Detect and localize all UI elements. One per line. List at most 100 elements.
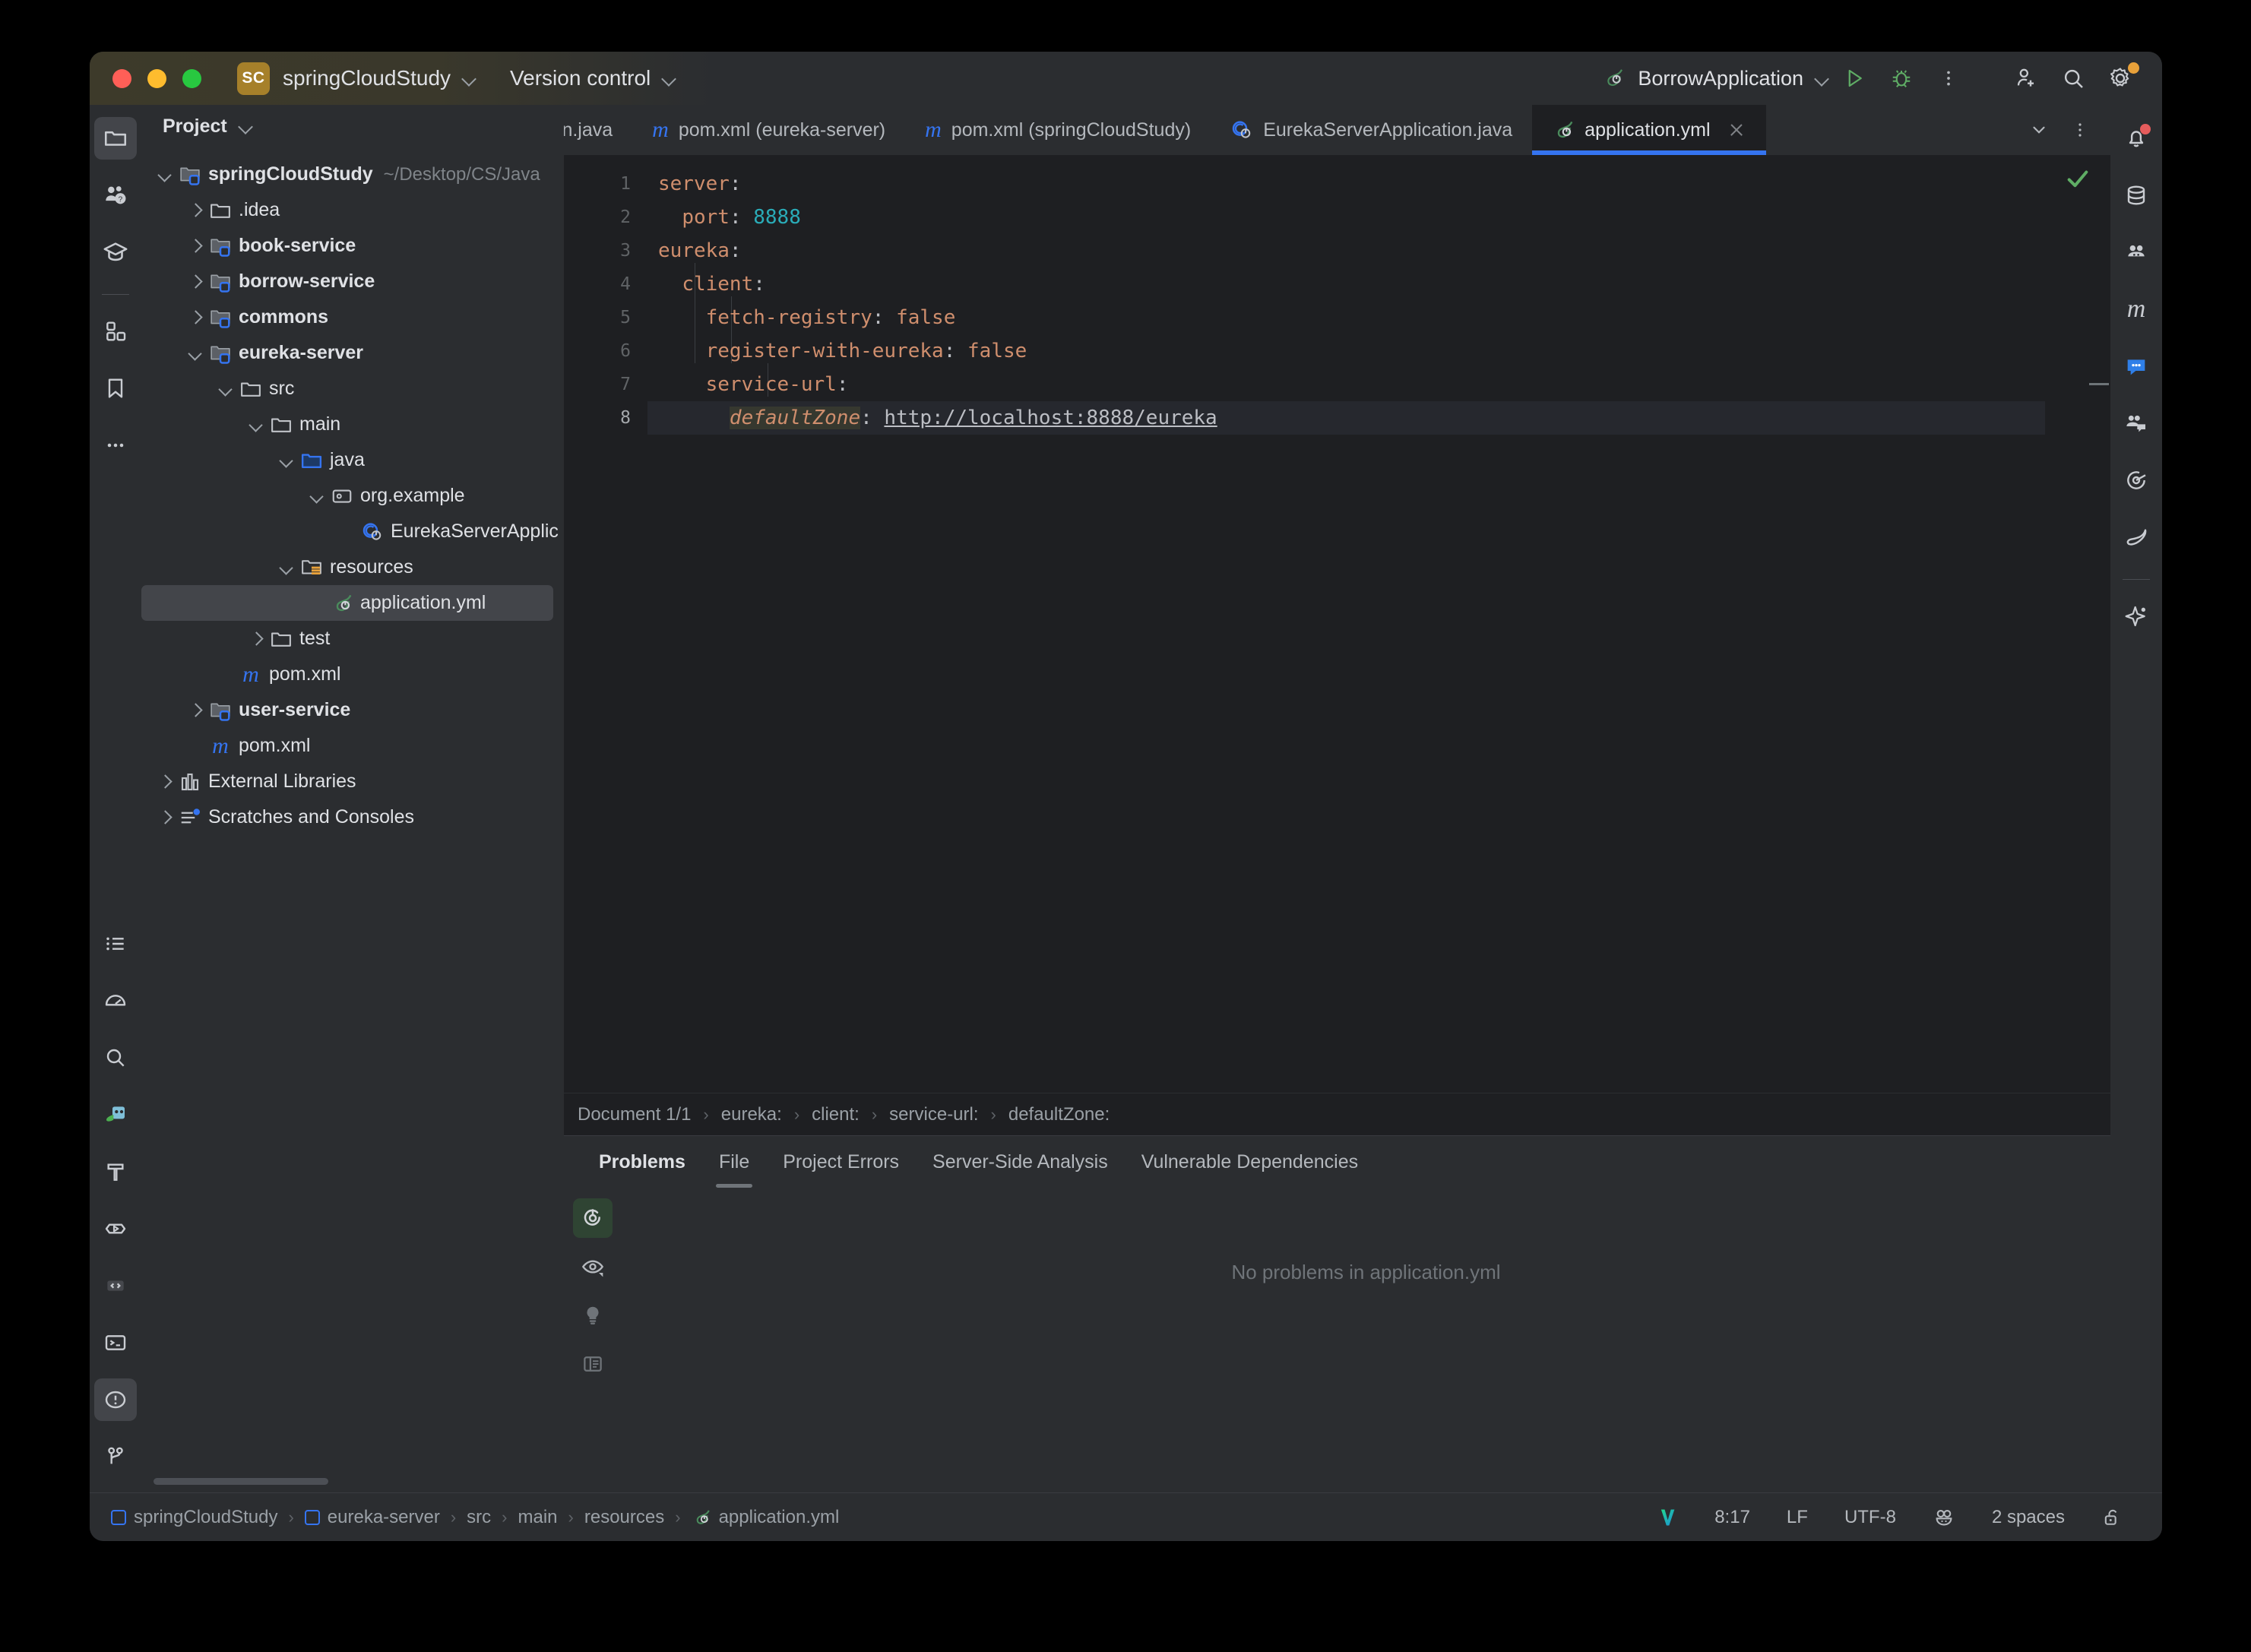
tree-item-main[interactable]: main (141, 407, 564, 442)
code-line[interactable]: client: (647, 267, 2045, 301)
tree-item-scratches-and-consoles[interactable]: Scratches and Consoles (141, 799, 564, 835)
code-line[interactable]: register-with-eureka: false (647, 334, 2045, 368)
sidebar-item-kubernetes[interactable] (2115, 231, 2158, 274)
chevron-down-icon[interactable] (217, 381, 234, 397)
chevron-right-icon[interactable] (187, 274, 204, 290)
sidebar-item-more[interactable] (94, 424, 137, 467)
editor-code-area[interactable]: server: port: 8888 eureka: client: fetch-… (647, 155, 2045, 1093)
tree-item-application-yml[interactable]: application.yml (141, 585, 553, 621)
tree-item-src[interactable]: src (141, 371, 564, 407)
status-path-item[interactable]: eureka-server (304, 1507, 440, 1528)
tab-more-options-icon[interactable] (2062, 112, 2098, 148)
debug-button[interactable] (1878, 58, 1925, 99)
tree-item-borrow-service[interactable]: borrow-service (141, 264, 564, 299)
chevron-down-icon[interactable] (157, 166, 173, 183)
tree-item-commons[interactable]: commons (141, 299, 564, 335)
settings-button[interactable] (2097, 58, 2144, 99)
tree-item-test[interactable]: test (141, 621, 564, 657)
status-path-item[interactable]: src (467, 1507, 491, 1528)
tree-item-pom-xml[interactable]: m pom.xml (141, 657, 564, 692)
code-line[interactable]: fetch-registry: false (647, 301, 2045, 334)
tree-item-eurekaserverapplic[interactable]: EurekaServerApplic (141, 514, 564, 549)
sidebar-item-todo[interactable] (94, 923, 137, 965)
problems-tab-file[interactable]: File (702, 1136, 766, 1188)
breadcrumb-item[interactable]: eureka: (721, 1104, 782, 1125)
tree-item-external-libraries[interactable]: External Libraries (141, 764, 564, 799)
chevron-right-icon[interactable] (187, 702, 204, 719)
indent-widget[interactable]: 2 spaces (1974, 1507, 2083, 1528)
toggle-preview-panel-button[interactable] (573, 1344, 613, 1384)
tree-item-java[interactable]: java (141, 442, 564, 478)
editor-tab-application-yml[interactable]: application.yml (1532, 105, 1766, 155)
project-chevron-down-icon[interactable] (461, 70, 478, 87)
run-button[interactable] (1831, 58, 1878, 99)
sidebar-item-profiler[interactable] (94, 979, 137, 1022)
breadcrumb-item[interactable]: defaultZone: (1008, 1104, 1110, 1125)
line-separator-widget[interactable]: LF (1768, 1507, 1826, 1528)
breadcrumb-item[interactable]: service-url: (889, 1104, 978, 1125)
sidebar-item-version-control[interactable] (94, 1435, 137, 1478)
problems-tab-project-errors[interactable]: Project Errors (766, 1136, 916, 1188)
sidebar-item-code-with-me[interactable] (2115, 402, 2158, 445)
project-tree[interactable]: springCloudStudy ~/Desktop/CS/Java .idea bo… (141, 147, 564, 1492)
sidebar-item-learn[interactable] (94, 231, 137, 274)
run-configuration-selector[interactable]: BorrowApplication (1601, 67, 1831, 90)
encoding-widget[interactable]: UTF-8 (1826, 1507, 1914, 1528)
sidebar-item-endpoints[interactable] (2115, 459, 2158, 502)
editor-inspection-gutter[interactable] (2045, 155, 2110, 1093)
tree-item-idea[interactable]: .idea (141, 192, 564, 228)
sidebar-item-structure[interactable] (94, 310, 137, 353)
code-fold-marker[interactable] (2089, 383, 2109, 385)
sidebar-item-build[interactable] (94, 1150, 137, 1193)
version-control-chevron-down-icon[interactable] (661, 70, 678, 87)
sidebar-item-project[interactable] (94, 117, 137, 160)
code-line[interactable]: server: (647, 167, 2045, 201)
chevron-right-icon[interactable] (248, 631, 264, 647)
add-user-button[interactable] (2002, 58, 2050, 99)
tree-item-book-service[interactable]: book-service (141, 228, 564, 264)
readonly-lock-widget[interactable] (2083, 1506, 2141, 1529)
editor-tab-pom-xml-eureka-server[interactable]: m pom.xml (eureka-server) (632, 105, 905, 155)
editor-tab-eurekaserverapplication-java[interactable]: EurekaServerApplication.java (1211, 105, 1532, 155)
project-panel-horizontal-scrollbar[interactable] (154, 1478, 328, 1485)
sidebar-item-bookmarks[interactable] (94, 367, 137, 410)
status-path-item[interactable]: resources (584, 1507, 664, 1528)
code-line[interactable]: port: 8888 (647, 201, 2045, 234)
minimize-window-button[interactable] (147, 68, 166, 88)
problems-tab-server-side-analysis[interactable]: Server-Side Analysis (916, 1136, 1125, 1188)
status-path-item[interactable]: springCloudStudy (111, 1507, 277, 1528)
chevron-down-icon[interactable] (309, 488, 325, 505)
project-name-label[interactable]: springCloudStudy (283, 66, 451, 90)
sidebar-item-maven[interactable]: m (2115, 288, 2158, 331)
sidebar-item-mongodb[interactable] (2115, 516, 2158, 559)
chevron-right-icon[interactable] (157, 774, 173, 790)
idea-vcs-widget[interactable] (1638, 1506, 1696, 1529)
sidebar-item-run[interactable] (94, 1207, 137, 1250)
tree-item-eureka-server[interactable]: eureka-server (141, 335, 564, 371)
tree-item-org-example[interactable]: org.example (141, 478, 564, 514)
sidebar-item-spring[interactable] (94, 1093, 137, 1136)
chevron-right-icon[interactable] (187, 238, 204, 255)
sidebar-item-ai-chat[interactable] (2115, 345, 2158, 388)
search-everywhere-button[interactable] (2050, 58, 2097, 99)
tab-list-chevron-down-icon[interactable] (2021, 112, 2057, 148)
sidebar-item-problems[interactable] (94, 1378, 137, 1421)
tree-item-user-service[interactable]: user-service (141, 692, 564, 728)
breadcrumb-item[interactable]: Document 1/1 (578, 1104, 691, 1125)
code-line[interactable]: defaultZone: http://localhost:8888/eurek… (647, 401, 2045, 435)
run-config-chevron-down-icon[interactable] (1814, 70, 1831, 87)
project-badge[interactable]: SC (237, 62, 270, 95)
code-editor[interactable]: 12345678 server: port: 8888 eureka: clien… (564, 155, 2110, 1093)
close-window-button[interactable] (112, 68, 131, 88)
maximize-window-button[interactable] (182, 68, 201, 88)
sidebar-item-terminal[interactable] (94, 1321, 137, 1364)
breadcrumb-item[interactable]: client: (812, 1104, 860, 1125)
inspections-power-toggle-button[interactable] (573, 1198, 613, 1238)
chevron-down-icon[interactable] (187, 345, 204, 362)
editor-tab-ion-java[interactable]: ion.java (564, 105, 632, 155)
sidebar-item-ai-assistant[interactable]: ? (94, 174, 137, 217)
tree-item-springcloudstudy[interactable]: springCloudStudy ~/Desktop/CS/Java (141, 157, 564, 192)
code-line[interactable]: eureka: (647, 234, 2045, 267)
chevron-right-icon[interactable] (157, 809, 173, 826)
editor-tab-pom-xml-springcloudstudy[interactable]: m pom.xml (springCloudStudy) (905, 105, 1211, 155)
